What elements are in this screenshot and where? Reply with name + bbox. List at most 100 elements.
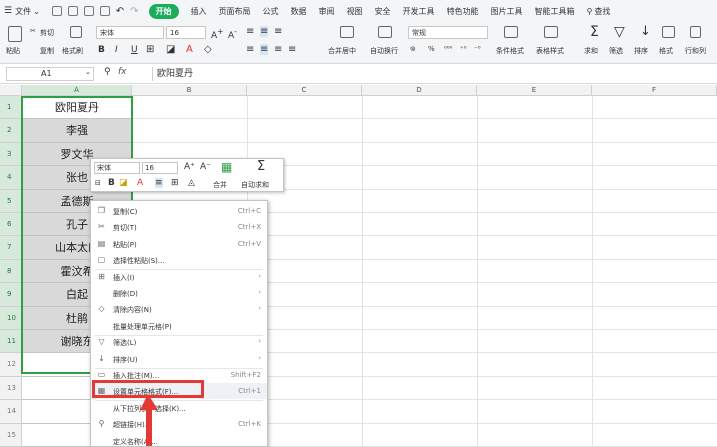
context-menu-item[interactable]: ↓ 排序(U) ›	[91, 351, 267, 367]
context-menu-item[interactable]: ▢ 选择性粘贴(S)...	[91, 252, 267, 268]
menu-view[interactable]: 视图	[347, 6, 363, 17]
menu-features[interactable]: 特色功能	[447, 6, 479, 17]
formula-input[interactable]: 欧阳夏丹	[152, 67, 712, 81]
column-header-d[interactable]: D	[362, 85, 477, 96]
row-header[interactable]: 3	[0, 142, 22, 167]
grow-font-icon[interactable]: A+	[211, 27, 223, 41]
align-center-icon[interactable]: ≡	[260, 44, 269, 55]
menu-security[interactable]: 安全	[375, 6, 391, 17]
border-icon[interactable]: ⊞	[146, 44, 154, 55]
number-format-select[interactable]: 常规	[408, 26, 488, 39]
row-header[interactable]: 7	[0, 236, 22, 260]
currency-icon[interactable]: ⊚	[410, 45, 416, 53]
font-size-select[interactable]: 16	[166, 26, 206, 39]
underline-button[interactable]: U	[131, 45, 138, 55]
row-header[interactable]: 8	[0, 259, 22, 284]
sort-icon[interactable]: ↓	[640, 24, 651, 39]
conditional-format-button[interactable]: 条件格式	[496, 46, 524, 56]
format-painter-button[interactable]: 格式刷	[62, 46, 83, 56]
filter-button[interactable]: 筛选	[609, 46, 623, 56]
font-select[interactable]: 宋体	[96, 26, 164, 39]
row-header[interactable]: 9	[0, 283, 22, 307]
menu-developer[interactable]: 开发工具	[403, 6, 435, 17]
context-menu-item[interactable]: ▤ 粘贴(P) Ctrl+V	[91, 236, 267, 252]
paste-button[interactable]: 粘贴	[6, 46, 20, 56]
align-top-icon[interactable]: ≡	[246, 26, 254, 37]
menu-picture-tools[interactable]: 图片工具	[491, 6, 523, 17]
menu-formulas[interactable]: 公式	[263, 6, 279, 17]
preview-icon[interactable]	[83, 6, 94, 16]
context-menu-item[interactable]: ◇ 清除内容(N) ›	[91, 301, 267, 317]
align-bottom-icon[interactable]: ≡	[274, 26, 282, 37]
column-header-e[interactable]: E	[477, 85, 592, 96]
print-icon[interactable]	[67, 6, 78, 16]
filter-icon[interactable]: ▽	[614, 24, 625, 40]
menu-smart-toolbox[interactable]: 智能工具箱	[535, 6, 575, 17]
paste-icon[interactable]	[8, 26, 22, 42]
table-style-icon[interactable]	[544, 26, 558, 38]
distributed-align-icon[interactable]: ≡	[288, 44, 296, 55]
align-left-icon[interactable]: ≡	[246, 44, 254, 55]
function-button[interactable]: fx	[118, 67, 127, 77]
row-header[interactable]: 14	[0, 400, 22, 424]
format-button[interactable]: 格式	[659, 46, 673, 56]
export-icon[interactable]	[99, 6, 110, 16]
format-painter-icon[interactable]	[70, 26, 82, 38]
align-middle-icon[interactable]: ≡	[260, 26, 269, 37]
context-menu-item[interactable]: ▽ 筛选(L) ›	[91, 334, 267, 350]
context-menu-item[interactable]: ❐ 复制(C) Ctrl+C	[91, 203, 267, 219]
clear-format-icon[interactable]: ◇	[204, 44, 212, 55]
menu-file[interactable]: ☰ 文件 ⌄	[4, 6, 40, 17]
menu-page-layout[interactable]: 页面布局	[219, 6, 251, 17]
mini-border-icon[interactable]: ⊞	[171, 178, 179, 188]
mini-autosum-button[interactable]: 自动求和	[241, 180, 269, 190]
sum-button[interactable]: 求和	[584, 46, 598, 56]
thousands-icon[interactable]: ⁰⁰⁰	[444, 45, 452, 53]
mini-merge-button[interactable]: 合并	[213, 180, 227, 190]
menu-search[interactable]: ⚲ 查找	[587, 6, 611, 17]
row-header[interactable]: 11	[0, 330, 22, 354]
context-menu-item[interactable]: ⊞ 插入(I) ›	[91, 269, 267, 285]
table-style-button[interactable]: 表格样式	[536, 46, 564, 56]
font-color-icon[interactable]: A	[186, 44, 193, 55]
cut-button[interactable]: 剪切	[40, 28, 54, 38]
merge-center-button[interactable]: 合并居中	[328, 46, 356, 56]
rows-cols-icon[interactable]	[690, 26, 701, 38]
column-header-c[interactable]: C	[247, 85, 362, 96]
context-menu-item[interactable]: 批量处理单元格(P)	[91, 318, 267, 334]
mini-bold-button[interactable]: B	[108, 178, 115, 188]
bold-button[interactable]: B	[98, 45, 105, 55]
fill-color-icon[interactable]: ◪	[166, 44, 175, 55]
percent-button[interactable]: %	[428, 45, 435, 53]
mini-fill-icon[interactable]: ◬	[188, 178, 195, 188]
name-box[interactable]: A1	[6, 67, 94, 81]
sum-icon[interactable]: Σ	[590, 24, 599, 40]
mini-font-color-icon[interactable]: A	[137, 178, 143, 188]
row-header[interactable]: 2	[0, 119, 22, 143]
row-header[interactable]: 1	[0, 96, 22, 120]
shrink-font-icon[interactable]: A-	[228, 27, 237, 41]
save-icon[interactable]	[51, 6, 62, 16]
row-header[interactable]: 6	[0, 213, 22, 237]
column-header-b[interactable]: B	[132, 85, 247, 96]
context-menu-item[interactable]: ✂ 剪切(T) Ctrl+X	[91, 219, 267, 235]
mini-align-icon[interactable]: ≡	[155, 178, 163, 188]
undo-icon[interactable]: ↶	[116, 6, 124, 17]
merge-icon[interactable]	[340, 26, 354, 38]
align-right-icon[interactable]: ≡	[274, 44, 282, 55]
italic-button[interactable]: I	[115, 45, 118, 55]
mini-font-select[interactable]: 宋体	[94, 162, 140, 174]
row-header[interactable]: 12	[0, 353, 22, 377]
rows-cols-button[interactable]: 行和列	[685, 46, 706, 56]
increase-decimal-icon[interactable]: ⁺⁰	[460, 45, 467, 53]
mini-size-select[interactable]: 16	[142, 162, 178, 174]
menu-review[interactable]: 审阅	[319, 6, 335, 17]
copy-button[interactable]: 复制	[40, 46, 54, 56]
decrease-decimal-icon[interactable]: ⁻⁰	[474, 45, 481, 53]
row-header[interactable]: 10	[0, 306, 22, 330]
mini-shrink-font-icon[interactable]: A⁻	[200, 162, 211, 172]
zoom-icon[interactable]: ⚲	[104, 67, 111, 77]
redo-icon[interactable]: ↷	[130, 6, 138, 17]
mini-grow-font-icon[interactable]: A⁺	[184, 162, 195, 172]
mini-sum-icon[interactable]: Σ	[257, 159, 265, 174]
